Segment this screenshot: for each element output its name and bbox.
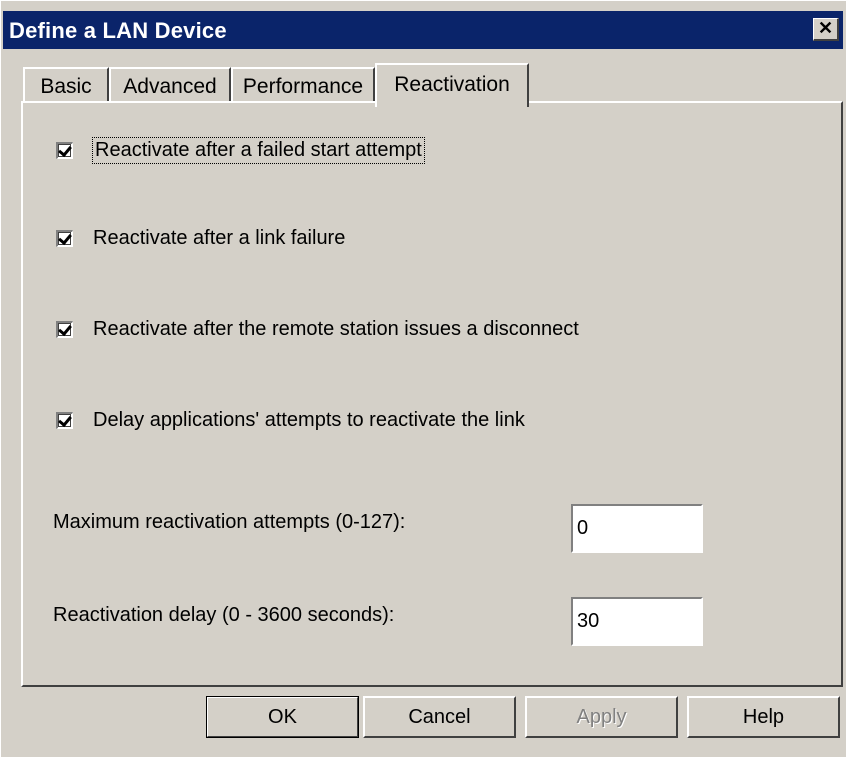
tab-basic-label: Basic (40, 75, 92, 98)
checkbox-delay-apps[interactable] (56, 411, 73, 429)
tab-advanced[interactable]: Advanced (109, 67, 231, 103)
cancel-button[interactable]: Cancel (363, 696, 516, 738)
max-attempts-label: Maximum reactivation attempts (0-127): (53, 511, 406, 533)
checkbox-row-link-failure[interactable]: Reactivate after a link failure (56, 225, 345, 251)
tab-basic[interactable]: Basic (23, 67, 109, 103)
close-icon[interactable]: ✕ (813, 18, 839, 41)
checkbox-label-failed-start: Reactivate after a failed start attempt (92, 136, 425, 164)
ok-button[interactable]: OK (206, 696, 359, 738)
checkbox-label-link-failure: Reactivate after a link failure (93, 226, 346, 249)
title-bar[interactable]: Define a LAN Device ✕ (3, 11, 843, 49)
tab-reactivation-label: Reactivation (394, 73, 510, 96)
checkbox-label-remote-disconnect: Reactivate after the remote station issu… (93, 317, 579, 340)
checkbox-label-delay-apps: Delay applications' attempts to reactiva… (93, 408, 525, 431)
reactivation-delay-input[interactable] (571, 597, 703, 646)
checkbox-row-remote-disconnect[interactable]: Reactivate after the remote station issu… (56, 316, 579, 342)
apply-button[interactable]: Apply (525, 696, 678, 738)
reactivation-delay-label: Reactivation delay (0 - 3600 seconds): (53, 604, 395, 626)
max-attempts-input[interactable] (571, 504, 703, 553)
tab-performance[interactable]: Performance (231, 67, 375, 103)
help-button[interactable]: Help (687, 696, 840, 738)
checkbox-failed-start[interactable] (56, 141, 73, 159)
checkbox-link-failure[interactable] (56, 229, 73, 247)
window-title: Define a LAN Device (9, 18, 227, 43)
checkbox-remote-disconnect[interactable] (56, 320, 73, 338)
tab-reactivation[interactable]: Reactivation (375, 63, 529, 107)
tab-panel-reactivation: Reactivate after a failed start attempt … (21, 101, 843, 687)
dialog-window: Define a LAN Device ✕ Basic Advanced Per… (0, 0, 846, 757)
tab-performance-label: Performance (242, 75, 364, 98)
checkbox-row-failed-start[interactable]: Reactivate after a failed start attempt (56, 136, 425, 164)
tab-advanced-label: Advanced (123, 75, 217, 98)
checkbox-row-delay-apps[interactable]: Delay applications' attempts to reactiva… (56, 407, 525, 433)
